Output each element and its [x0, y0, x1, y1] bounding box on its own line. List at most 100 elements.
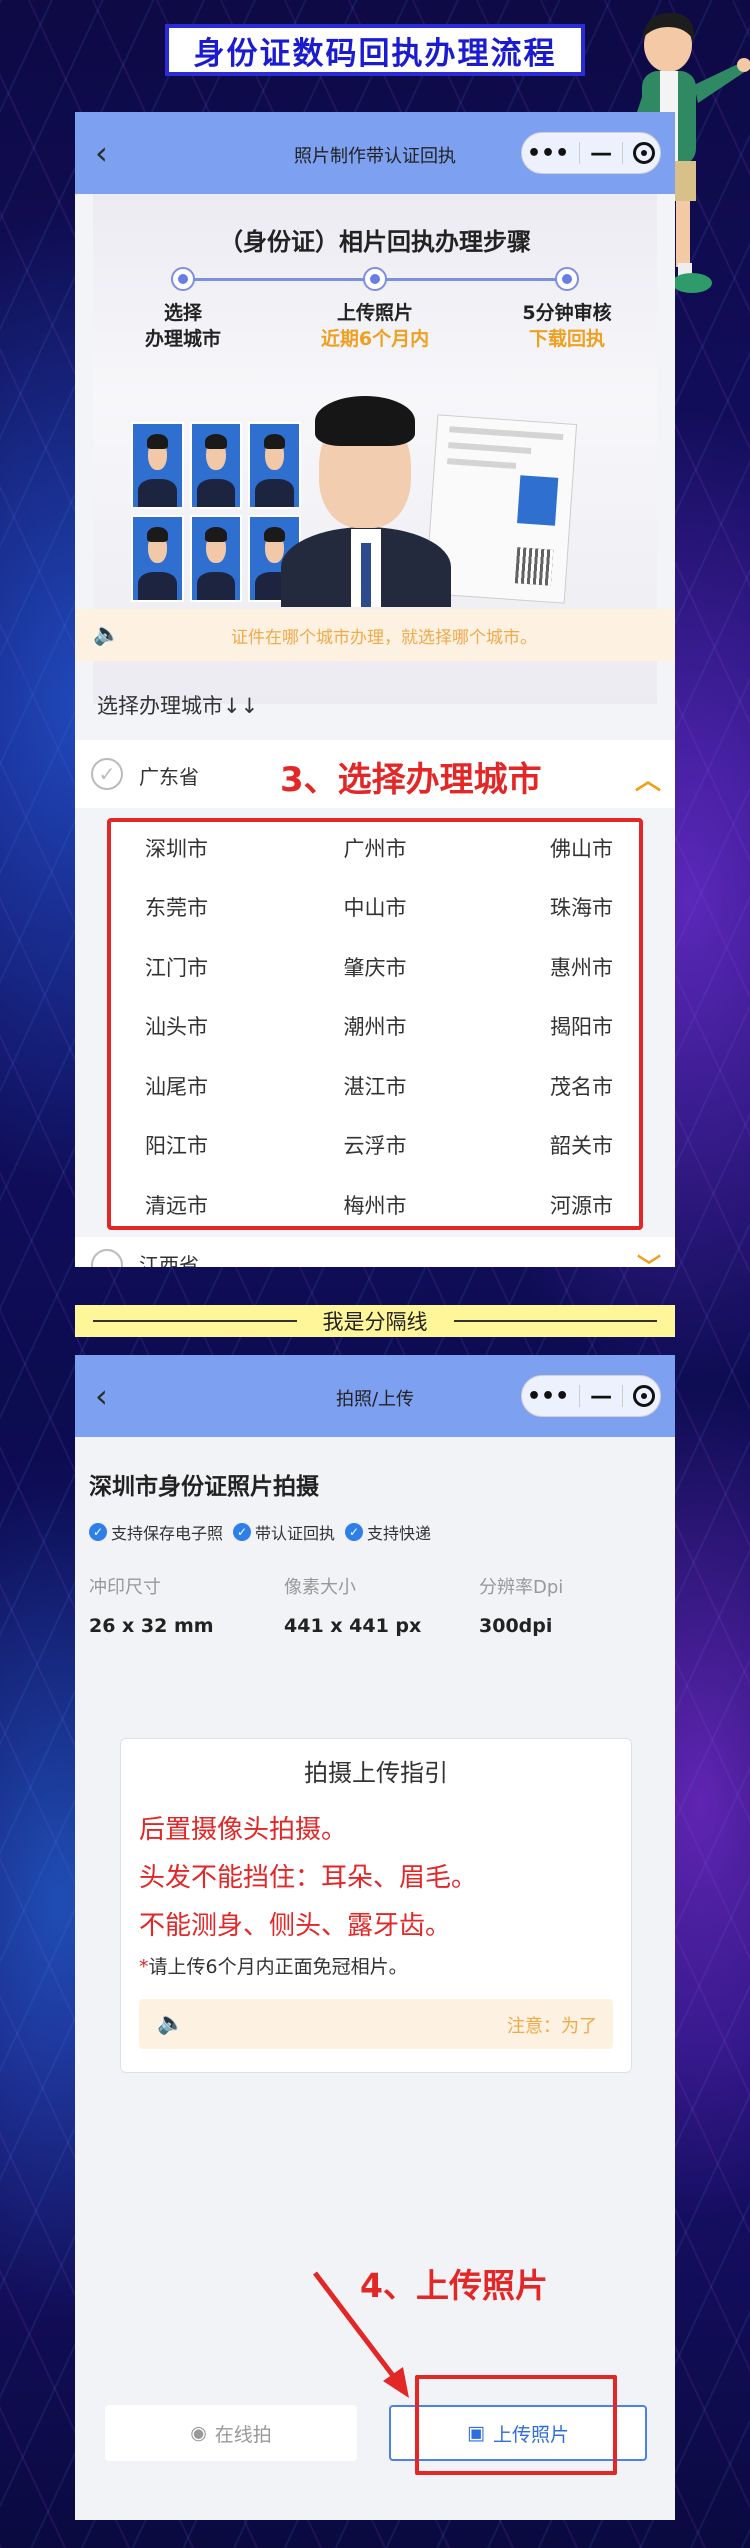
- city-item[interactable]: 阳江市: [117, 1116, 289, 1176]
- capsule-divider: [579, 142, 581, 164]
- step-label: 5分钟审核 下载回执: [497, 300, 637, 352]
- city-item[interactable]: 汕头市: [117, 997, 289, 1057]
- feature-badges: ✓ 支持保存电子照 ✓ 带认证回执 ✓ 支持快递: [89, 1520, 431, 1544]
- province-name: 广东省: [139, 765, 199, 789]
- nav-bar: ‹ 拍照/上传 ••• —: [75, 1355, 675, 1437]
- step-label: 选择 办理城市: [113, 300, 253, 352]
- minimize-icon[interactable]: —: [590, 141, 612, 166]
- city-item[interactable]: 潮州市: [289, 997, 461, 1057]
- step-label-text: 上传照片: [336, 302, 413, 324]
- more-icon[interactable]: •••: [527, 141, 569, 166]
- city-item[interactable]: 广州市: [289, 818, 461, 878]
- spec-value: 26 x 32 mm: [89, 1615, 214, 1637]
- step-label-text: 5分钟审核: [522, 302, 612, 324]
- guide-line: 头发不能挡住：耳朵、眉毛。: [139, 1863, 478, 1893]
- minimize-icon[interactable]: —: [590, 1384, 612, 1409]
- province-name: 江西省: [139, 1253, 199, 1267]
- check-circle-icon: [91, 1249, 123, 1267]
- capsule-divider: [622, 142, 624, 164]
- image-icon: ▣: [467, 2422, 485, 2444]
- upload-photo-button[interactable]: ▣ 上传照片: [389, 2405, 647, 2461]
- guide-notice-text: 注意：为了: [507, 2016, 597, 2037]
- select-city-title: 选择办理城市↓↓: [97, 694, 259, 718]
- city-item[interactable]: 东莞市: [117, 878, 289, 938]
- notice-bar: 🔈 证件在哪个城市办理，就选择哪个城市。: [75, 609, 675, 661]
- city-item[interactable]: 韶关市: [461, 1116, 633, 1176]
- chevron-down-icon[interactable]: ﹀: [637, 1247, 661, 1267]
- guide-title: 拍摄上传指引: [304, 1759, 448, 1787]
- city-item[interactable]: 深圳市: [117, 818, 289, 878]
- city-item[interactable]: 佛山市: [461, 818, 633, 878]
- city-item[interactable]: 中山市: [289, 878, 461, 938]
- check-badge-icon: ✓: [233, 1523, 252, 1541]
- province-row-jiangxi[interactable]: 江西省 ﹀: [75, 1237, 675, 1267]
- check-badge-icon: ✓: [89, 1523, 107, 1541]
- close-target-icon[interactable]: [632, 142, 655, 164]
- step-sub-text: 下载回执: [528, 328, 605, 350]
- step-label-text: 选择: [163, 302, 202, 324]
- city-item[interactable]: 清远市: [117, 1175, 289, 1235]
- step-annotation: 3、选择办理城市: [280, 760, 542, 800]
- check-circle-icon: ✓: [91, 758, 123, 790]
- more-icon[interactable]: •••: [527, 1384, 569, 1409]
- step-sub-text: 办理城市: [144, 328, 221, 350]
- divider-line: [453, 1320, 657, 1322]
- city-item[interactable]: 揭阳市: [461, 997, 633, 1057]
- city-list: 深圳市 广州市 佛山市 东莞市 中山市 珠海市 江门市 肇庆市 惠州市 汕头市 …: [107, 818, 643, 1230]
- city-item[interactable]: 珠海市: [461, 878, 633, 938]
- city-item[interactable]: 江门市: [117, 937, 289, 997]
- spec-label: 冲印尺寸: [89, 1577, 161, 1598]
- spec-value: 441 x 441 px: [284, 1615, 422, 1637]
- upload-guide-card: 拍摄上传指引 后置摄像头拍摄。 头发不能挡住：耳朵、眉毛。 不能测身、侧头、露牙…: [120, 1738, 632, 2073]
- city-item[interactable]: 肇庆市: [289, 937, 461, 997]
- guide-small-label: 请上传6个月内正面免冠相片。: [148, 1956, 408, 1978]
- capsule-divider: [579, 1385, 581, 1407]
- photo-specs: 冲印尺寸 26 x 32 mm 像素大小 441 x 441 px 分辨率Dpi…: [89, 1573, 649, 1637]
- step-dot: [363, 267, 387, 291]
- close-target-icon[interactable]: [632, 1385, 655, 1407]
- guide-line: 后置摄像头拍摄。: [139, 1815, 348, 1845]
- city-item[interactable]: 汕尾市: [117, 1056, 289, 1116]
- guide-line: 不能测身、侧头、露牙齿。: [139, 1911, 452, 1941]
- spec-item: 冲印尺寸 26 x 32 mm: [89, 1573, 284, 1637]
- divider-text: 我是分隔线: [322, 1310, 428, 1334]
- chevron-up-icon[interactable]: ︿: [635, 760, 661, 797]
- city-item[interactable]: 河源市: [461, 1175, 633, 1235]
- feature-badge: ✓ 带认证回执: [233, 1520, 335, 1544]
- arrow-pointer-icon: [313, 2271, 409, 2398]
- id-photo: [131, 515, 184, 602]
- required-asterisk: *: [139, 1956, 149, 1978]
- camera-icon: ◉: [190, 2422, 207, 2444]
- online-shoot-label: 在线拍: [214, 2423, 272, 2446]
- spec-item: 分辨率Dpi 300dpi: [479, 1573, 649, 1637]
- notice-text: 证件在哪个城市办理，就选择哪个城市。: [231, 627, 537, 648]
- city-item[interactable]: 惠州市: [461, 937, 633, 997]
- badge-text: 支持快递: [367, 1524, 432, 1543]
- feature-badge: ✓ 支持保存电子照: [89, 1520, 223, 1544]
- spec-label: 像素大小: [284, 1577, 356, 1598]
- city-item[interactable]: 梅州市: [289, 1175, 461, 1235]
- badge-text: 支持保存电子照: [111, 1524, 224, 1543]
- city-item[interactable]: 茂名市: [461, 1056, 633, 1116]
- city-item[interactable]: 云浮市: [289, 1116, 461, 1176]
- badge-text: 带认证回执: [255, 1524, 336, 1543]
- nav-bar: ‹ 照片制作带认证回执 ••• —: [75, 112, 675, 194]
- mini-program-capsule: ••• —: [521, 1375, 661, 1417]
- check-badge-icon: ✓: [345, 1523, 364, 1541]
- city-item[interactable]: 湛江市: [289, 1056, 461, 1116]
- upload-photo-label: 上传照片: [492, 2423, 569, 2446]
- id-photo: [189, 515, 243, 602]
- step-dot: [171, 267, 195, 291]
- guide-small-text: *请上传6个月内正面免冠相片。: [139, 1952, 408, 1979]
- guide-notice-bar: 🔈 注意：为了: [139, 1999, 613, 2049]
- section-divider: 我是分隔线: [75, 1305, 675, 1337]
- id-photo: [131, 422, 184, 509]
- capsule-divider: [622, 1385, 624, 1407]
- online-shoot-button[interactable]: ◉ 在线拍: [105, 2405, 357, 2461]
- steps-title: （身份证）相片回执办理步骤: [219, 228, 531, 256]
- phone-screen-select-city: ‹ 照片制作带认证回执 ••• — （身份证）相片回执办理步骤 选择 办理城市 …: [75, 112, 675, 1267]
- portrait-photo: [281, 392, 451, 607]
- feature-badge: ✓ 支持快递: [345, 1520, 431, 1544]
- spec-label: 分辨率Dpi: [479, 1577, 564, 1598]
- spec-item: 像素大小 441 x 441 px: [284, 1573, 479, 1637]
